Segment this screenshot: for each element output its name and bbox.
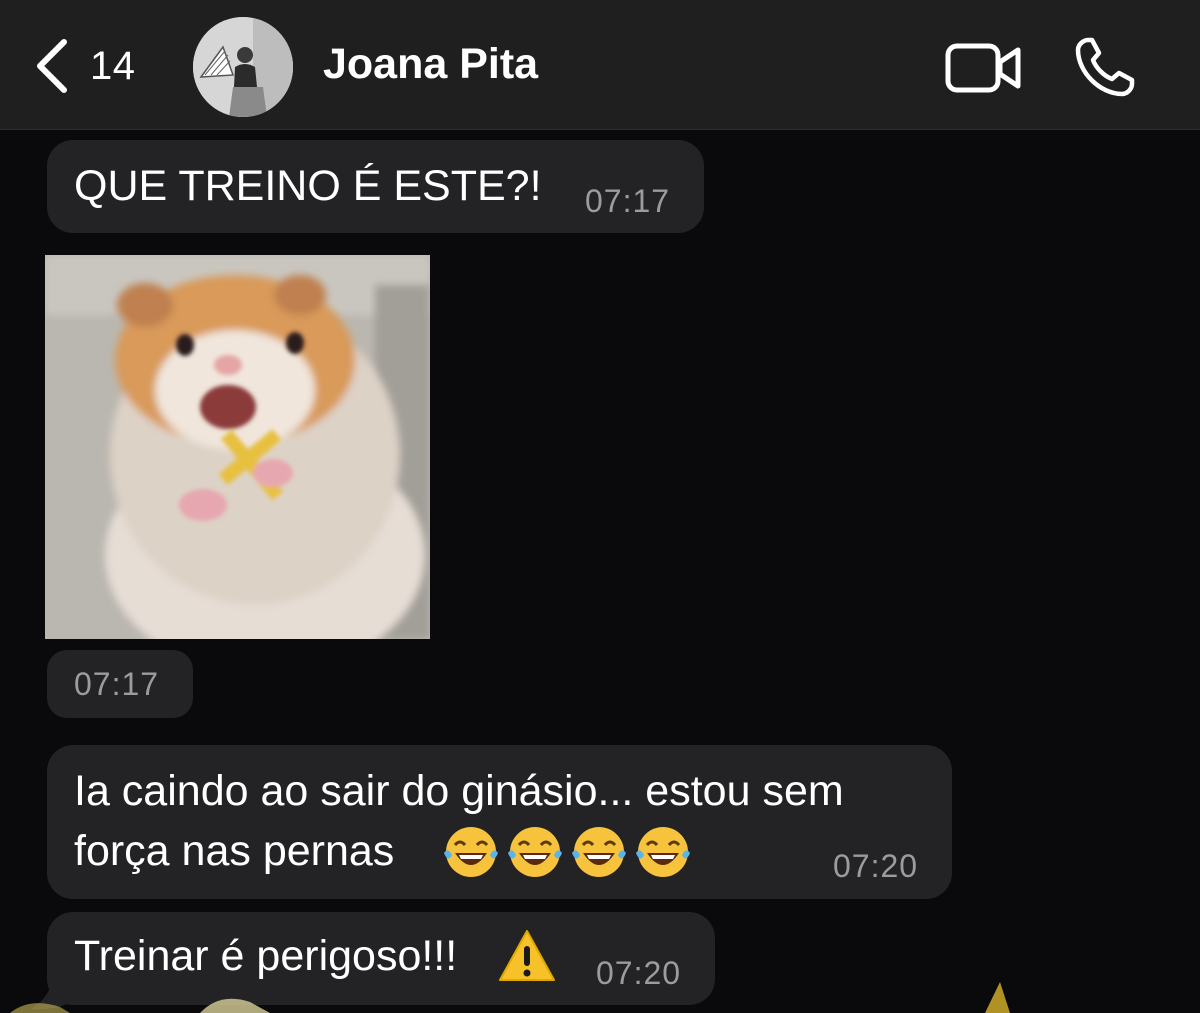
voice-call-button[interactable] bbox=[1074, 36, 1136, 103]
message-timestamp: 07:17 bbox=[585, 183, 671, 219]
avatar[interactable] bbox=[193, 17, 293, 117]
contact-name[interactable]: Joana Pita bbox=[323, 40, 538, 89]
message-text-line-1: Ia caindo ao sair do ginásio... estou se… bbox=[74, 767, 844, 815]
video-camera-icon bbox=[945, 43, 1021, 93]
scared-hamster-image bbox=[45, 255, 430, 639]
message-text: QUE TREINO É ESTE?! bbox=[74, 162, 542, 210]
phone-icon bbox=[1075, 37, 1135, 97]
video-call-button[interactable] bbox=[944, 40, 1024, 101]
unread-count: 14 bbox=[90, 43, 136, 88]
chat-header: 14 Joana Pita bbox=[0, 0, 1200, 130]
message-bubble[interactable]: QUE TREINO É ESTE?! 07:17 bbox=[47, 140, 704, 233]
chevron-left-icon bbox=[37, 39, 67, 93]
message-timestamp: 07:17 bbox=[74, 666, 160, 702]
hamster-sticker[interactable] bbox=[45, 255, 430, 639]
back-button[interactable]: 14 bbox=[30, 36, 136, 96]
sticker-timestamp-bubble: 07:17 bbox=[47, 650, 193, 718]
wallpaper-decoration bbox=[10, 982, 1010, 1013]
avatar-photo bbox=[193, 17, 293, 117]
